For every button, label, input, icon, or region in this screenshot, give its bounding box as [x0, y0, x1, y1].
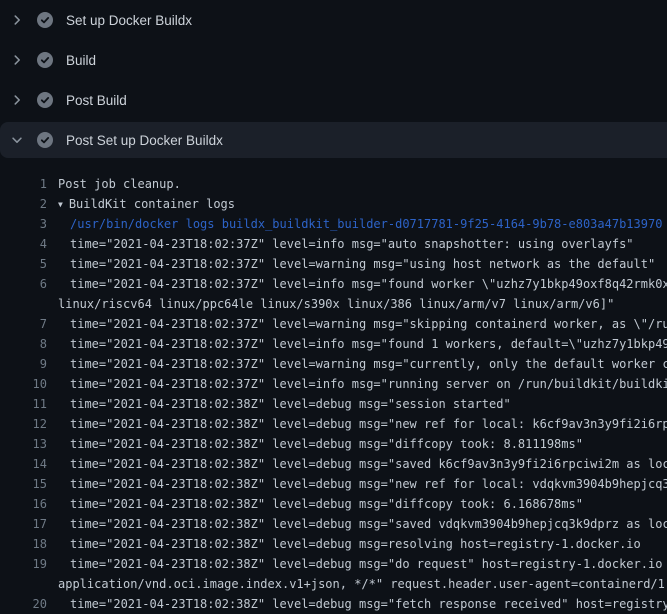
log-line-text: time="2021-04-23T18:02:38Z" level=debug … [70, 394, 511, 414]
log-row: 18 time="2021-04-23T18:02:38Z" level=debu… [0, 534, 667, 554]
line-number[interactable]: 18 [0, 534, 47, 554]
step-label: Post Set up Docker Buildx [66, 133, 223, 148]
line-number[interactable]: 2 [0, 194, 47, 214]
line-number[interactable]: 6 [0, 274, 47, 294]
step-header-build[interactable]: Build [0, 40, 667, 80]
log-line-text: time="2021-04-23T18:02:38Z" level=debug … [70, 494, 583, 514]
log-line-text: time="2021-04-23T18:02:38Z" level=debug … [70, 554, 667, 574]
step-label: Post Build [66, 93, 127, 108]
step-label: Build [66, 53, 96, 68]
step-header-set-up-docker-buildx[interactable]: Set up Docker Buildx [0, 0, 667, 40]
line-number[interactable]: 8 [0, 334, 47, 354]
log-row: 2 ▼ BuildKit container logs [0, 194, 667, 214]
chevron-right-icon [9, 92, 25, 108]
check-circle-icon [37, 12, 53, 28]
log-row: 15 time="2021-04-23T18:02:38Z" level=debu… [0, 474, 667, 494]
log-row: 12 time="2021-04-23T18:02:38Z" level=debu… [0, 414, 667, 434]
line-number[interactable]: 11 [0, 394, 47, 414]
group-expanded-triangle-icon: ▼ [58, 195, 63, 214]
log-row: 16 time="2021-04-23T18:02:38Z" level=debu… [0, 494, 667, 514]
log-line-text: Post job cleanup. [58, 174, 181, 194]
log-command-text: /usr/bin/docker logs buildx_buildkit_bui… [70, 214, 662, 234]
log-group-label: BuildKit container logs [69, 197, 235, 211]
log-row: 1 Post job cleanup. [0, 174, 667, 194]
step-header-post-set-up-docker-buildx[interactable]: Post Set up Docker Buildx [0, 122, 667, 158]
log-line-text: time="2021-04-23T18:02:37Z" level=warnin… [70, 314, 667, 334]
line-number[interactable]: 12 [0, 414, 47, 434]
check-circle-icon [37, 132, 53, 148]
line-number[interactable]: 20 [0, 594, 47, 614]
line-number[interactable]: 7 [0, 314, 47, 334]
line-number[interactable]: 9 [0, 354, 47, 374]
line-number[interactable]: 16 [0, 494, 47, 514]
chevron-right-icon [9, 12, 25, 28]
log-row: 10 time="2021-04-23T18:02:37Z" level=info… [0, 374, 667, 394]
line-number[interactable]: 14 [0, 454, 47, 474]
check-circle-icon [37, 52, 53, 68]
log-row: 7 time="2021-04-23T18:02:37Z" level=warni… [0, 314, 667, 334]
log-row: 19 time="2021-04-23T18:02:38Z" level=debu… [0, 554, 667, 574]
log-row: 8 time="2021-04-23T18:02:37Z" level=info … [0, 334, 667, 354]
chevron-down-icon [9, 132, 25, 148]
line-number[interactable]: 10 [0, 374, 47, 394]
log-row: 17 time="2021-04-23T18:02:38Z" level=debu… [0, 514, 667, 534]
log-row: linux/riscv64 linux/ppc64le linux/s390x … [0, 294, 667, 314]
log-line-text: time="2021-04-23T18:02:37Z" level=warnin… [70, 354, 667, 374]
line-number[interactable]: 13 [0, 434, 47, 454]
log-line-text: time="2021-04-23T18:02:38Z" level=debug … [70, 414, 667, 434]
log-line-text: time="2021-04-23T18:02:38Z" level=debug … [70, 434, 583, 454]
log-group-toggle[interactable]: ▼ BuildKit container logs [58, 194, 235, 214]
line-number[interactable]: 19 [0, 554, 47, 574]
line-number[interactable]: 1 [0, 174, 47, 194]
log-row: 3/usr/bin/docker logs buildx_buildkit_bu… [0, 214, 667, 234]
log-line-text: time="2021-04-23T18:02:37Z" level=info m… [70, 374, 667, 394]
line-number [0, 574, 47, 594]
log-line-text: time="2021-04-23T18:02:38Z" level=debug … [70, 594, 667, 614]
log-row: 5 time="2021-04-23T18:02:37Z" level=warni… [0, 254, 667, 274]
log-line-text: time="2021-04-23T18:02:37Z" level=warnin… [70, 254, 655, 274]
line-number[interactable]: 4 [0, 234, 47, 254]
log-line-text: time="2021-04-23T18:02:38Z" level=debug … [70, 454, 667, 474]
log-row: 13 time="2021-04-23T18:02:38Z" level=debu… [0, 434, 667, 454]
log-row: 6 time="2021-04-23T18:02:37Z" level=info … [0, 274, 667, 294]
log-line-text: time="2021-04-23T18:02:37Z" level=info m… [70, 274, 667, 294]
chevron-right-icon [9, 52, 25, 68]
line-number[interactable]: 5 [0, 254, 47, 274]
line-number [0, 294, 47, 314]
log-line-text: application/vnd.oci.image.index.v1+json,… [58, 574, 667, 594]
log-line-text: time="2021-04-23T18:02:38Z" level=debug … [70, 474, 667, 494]
log-row: 20 time="2021-04-23T18:02:38Z" level=debu… [0, 594, 667, 614]
line-number[interactable]: 3 [0, 214, 47, 234]
log-row: 14 time="2021-04-23T18:02:38Z" level=debu… [0, 454, 667, 474]
step-label: Set up Docker Buildx [66, 13, 192, 28]
log-row: 4 time="2021-04-23T18:02:37Z" level=info … [0, 234, 667, 254]
log-row: 9 time="2021-04-23T18:02:37Z" level=warni… [0, 354, 667, 374]
log-line-text: time="2021-04-23T18:02:38Z" level=debug … [70, 514, 667, 534]
log-row: application/vnd.oci.image.index.v1+json,… [0, 574, 667, 594]
log-viewer: 1 Post job cleanup. 2 ▼ BuildKit container l… [0, 160, 667, 614]
step-header-post-build[interactable]: Post Build [0, 80, 667, 120]
line-number[interactable]: 15 [0, 474, 47, 494]
line-number[interactable]: 17 [0, 514, 47, 534]
log-line-text: time="2021-04-23T18:02:37Z" level=info m… [70, 234, 634, 254]
log-row: 11 time="2021-04-23T18:02:38Z" level=debu… [0, 394, 667, 414]
steps-list: Set up Docker Buildx Build Post Build Post … [0, 0, 667, 158]
check-circle-icon [37, 92, 53, 108]
log-line-text: time="2021-04-23T18:02:38Z" level=debug … [70, 534, 641, 554]
log-line-text: time="2021-04-23T18:02:37Z" level=info m… [70, 334, 667, 354]
log-line-text: linux/riscv64 linux/ppc64le linux/s390x … [58, 294, 614, 314]
